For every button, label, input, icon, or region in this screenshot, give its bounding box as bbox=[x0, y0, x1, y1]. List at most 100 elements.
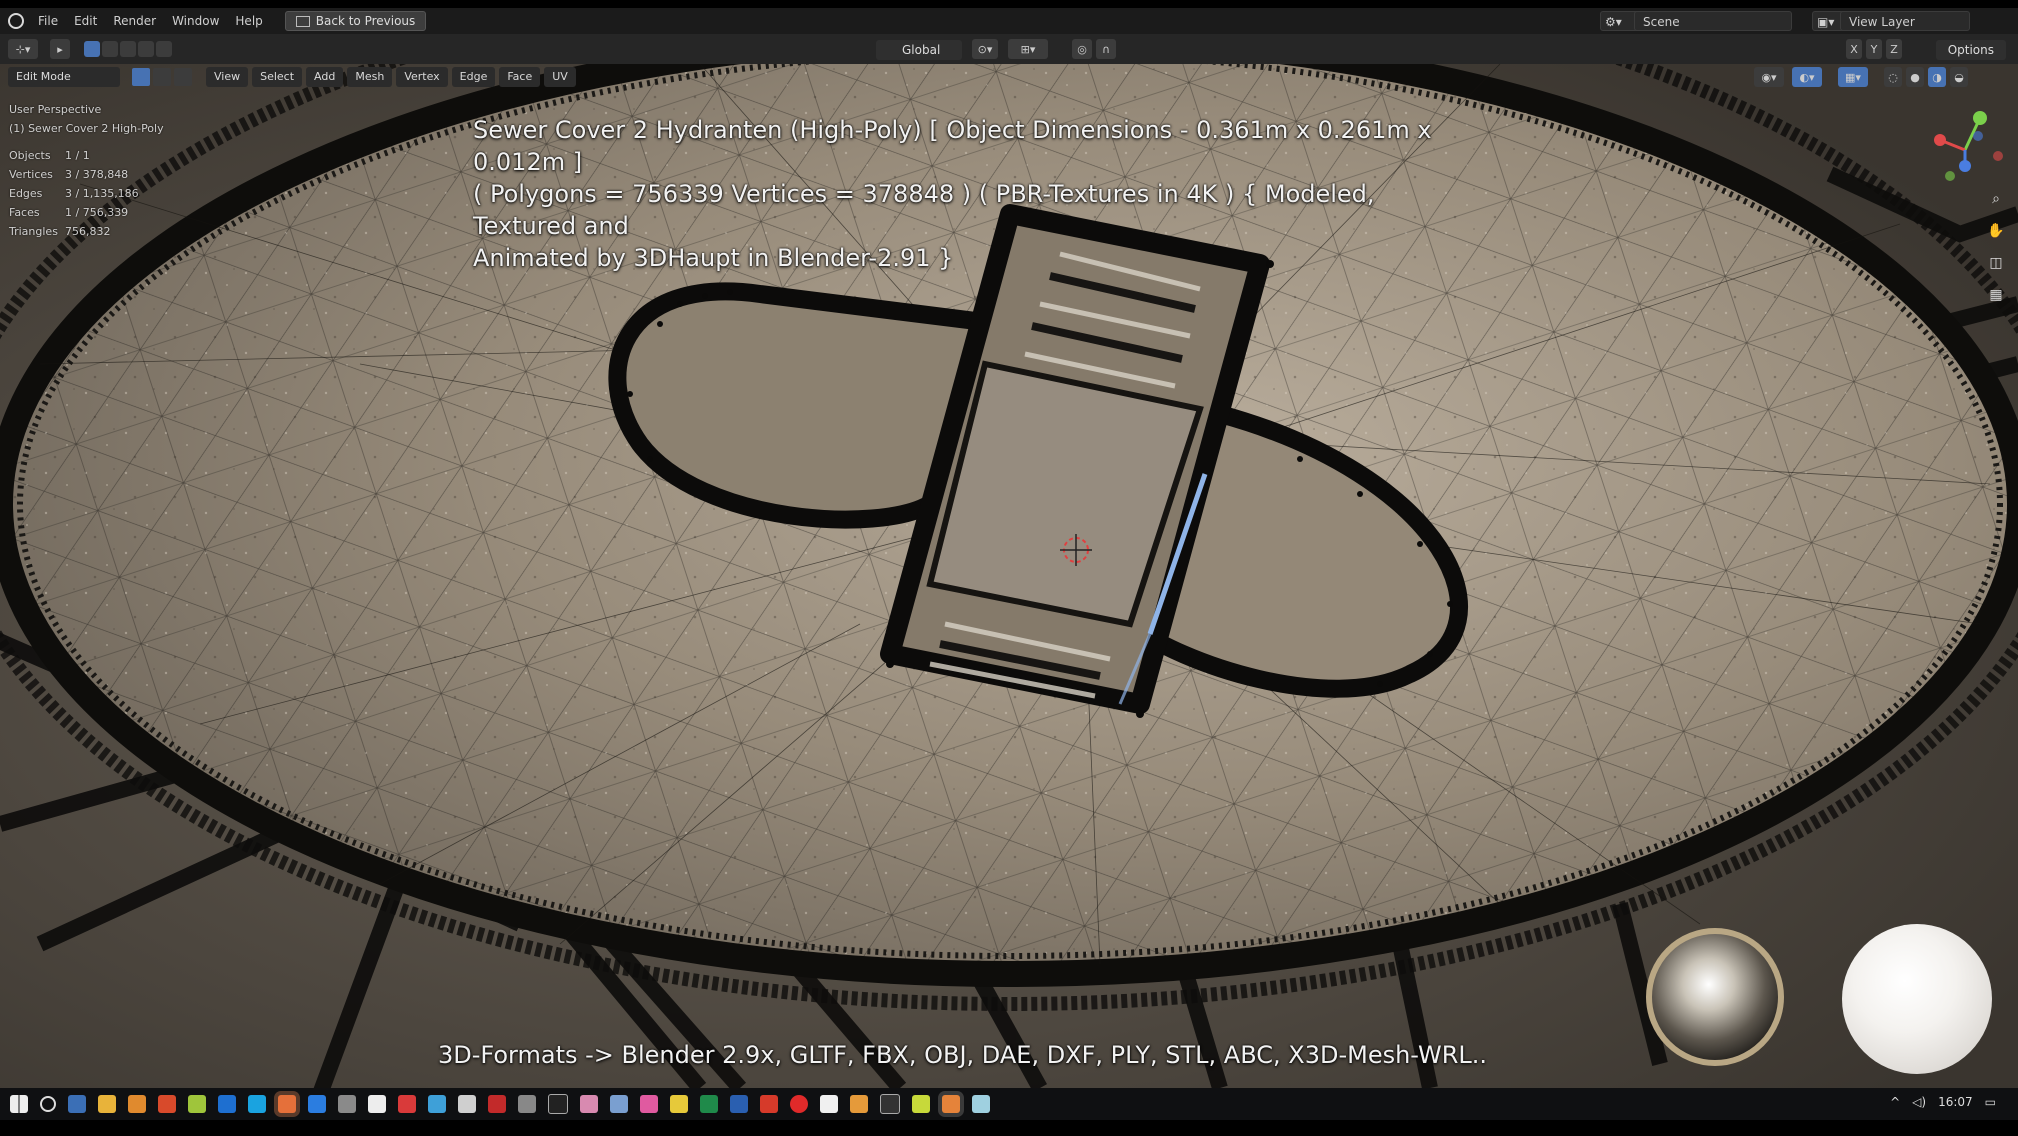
menu-select[interactable]: Select bbox=[252, 67, 303, 87]
taskbar-app-icon[interactable] bbox=[518, 1095, 536, 1113]
taskbar-app-icon[interactable] bbox=[338, 1095, 356, 1113]
menu-file[interactable]: File bbox=[30, 14, 66, 28]
xray-toggle[interactable]: ▦▾ bbox=[1838, 67, 1868, 87]
editor-type-button[interactable]: ⊹▾ bbox=[8, 39, 38, 59]
mirror-y-toggle[interactable]: Y bbox=[1866, 39, 1882, 59]
taskbar-app-icon[interactable] bbox=[880, 1094, 900, 1114]
menu-uv[interactable]: UV bbox=[544, 67, 576, 87]
taskbar-app-icon[interactable] bbox=[640, 1095, 658, 1113]
wireframe-shading-button[interactable]: ◌ bbox=[1884, 67, 1902, 87]
cursor-icon[interactable]: ▸ bbox=[50, 39, 70, 59]
taskbar-app-icon[interactable] bbox=[912, 1095, 930, 1113]
select-box-mode-subtract[interactable] bbox=[120, 41, 136, 57]
taskbar-app-icon[interactable] bbox=[790, 1095, 808, 1113]
taskbar-app-icon[interactable] bbox=[98, 1095, 116, 1113]
3d-viewport[interactable]: Edit Mode View Select Add Mesh Vertex Ed… bbox=[0, 64, 2018, 1088]
grid-icon[interactable]: ▦ bbox=[1987, 286, 2005, 304]
windows-start-icon[interactable] bbox=[10, 1095, 28, 1113]
top-border bbox=[0, 0, 2018, 8]
falloff-icon[interactable]: ∩ bbox=[1096, 39, 1116, 59]
title-line: Sewer Cover 2 Hydranten (High-Poly) [ Ob… bbox=[473, 116, 1432, 176]
search-icon[interactable] bbox=[40, 1096, 56, 1112]
transform-orientation-dropdown[interactable]: Global bbox=[876, 40, 963, 60]
gizmo-axes-icon[interactable] bbox=[1920, 100, 2010, 190]
taskbar-app-icon[interactable] bbox=[850, 1095, 868, 1113]
hdri-preview-sphere bbox=[1646, 928, 1784, 1066]
hand-pan-icon[interactable]: ✋ bbox=[1987, 222, 2005, 240]
snapping-toggle[interactable]: ⊞▾ bbox=[1008, 39, 1048, 59]
taskbar-app-icon[interactable] bbox=[68, 1095, 86, 1113]
top-menubar: File Edit Render Window Help Back to Pre… bbox=[0, 8, 2018, 34]
taskbar-app-icon[interactable] bbox=[972, 1095, 990, 1113]
solid-shading-button[interactable]: ● bbox=[1906, 67, 1924, 87]
screen-icon bbox=[295, 15, 310, 27]
menu-view[interactable]: View bbox=[206, 67, 249, 87]
menu-render[interactable]: Render bbox=[105, 14, 164, 28]
orientation-label: Global bbox=[902, 43, 941, 57]
object-gizmos-toggle[interactable]: ◉▾ bbox=[1754, 67, 1784, 87]
material-shading-button[interactable]: ◑ bbox=[1928, 67, 1946, 87]
camera-icon[interactable]: ◫ bbox=[1987, 254, 2005, 272]
blender-logo-icon[interactable] bbox=[8, 13, 24, 29]
menu-edit[interactable]: Edit bbox=[66, 14, 105, 28]
taskbar-app-icon[interactable] bbox=[128, 1095, 146, 1113]
taskbar-app-icon[interactable] bbox=[488, 1095, 506, 1113]
menu-help[interactable]: Help bbox=[227, 14, 270, 28]
back-to-previous-button[interactable]: Back to Previous bbox=[284, 11, 427, 31]
taskbar-app-icon[interactable] bbox=[730, 1095, 748, 1113]
taskbar-app-icon[interactable] bbox=[308, 1095, 326, 1113]
taskbar-app-icon[interactable] bbox=[248, 1095, 266, 1113]
menu-face[interactable]: Face bbox=[499, 67, 541, 87]
stats-label: Objects bbox=[9, 149, 51, 162]
taskbar-app-icon-blender[interactable] bbox=[942, 1095, 960, 1113]
menu-vertex[interactable]: Vertex bbox=[396, 67, 448, 87]
mirror-x-toggle[interactable]: X bbox=[1846, 39, 1862, 59]
stats-label: Vertices bbox=[9, 168, 53, 181]
taskbar-app-icon[interactable] bbox=[188, 1095, 206, 1113]
notification-icon[interactable]: ▭ bbox=[1985, 1095, 1996, 1109]
view-perspective-label: User Perspective bbox=[9, 103, 102, 116]
taskbar-app-icon[interactable] bbox=[428, 1095, 446, 1113]
mirror-z-toggle[interactable]: Z bbox=[1886, 39, 1902, 59]
taskbar-app-icon[interactable] bbox=[158, 1095, 176, 1113]
taskbar-app-icon[interactable] bbox=[458, 1095, 476, 1113]
taskbar-app-icon[interactable] bbox=[700, 1095, 718, 1113]
zoom-icon[interactable]: ⌕ bbox=[1987, 190, 2005, 208]
scene-selector[interactable]: Scene bbox=[1634, 11, 1792, 31]
clock-time[interactable]: 16:07 bbox=[1938, 1095, 1973, 1109]
face-select-icon[interactable] bbox=[174, 68, 192, 86]
taskbar-app-icon[interactable] bbox=[368, 1095, 386, 1113]
view-layer-name: View Layer bbox=[1849, 15, 1915, 29]
mode-dropdown[interactable]: Edit Mode bbox=[8, 67, 120, 87]
menu-mesh[interactable]: Mesh bbox=[347, 67, 393, 87]
menu-window[interactable]: Window bbox=[164, 14, 227, 28]
pivot-point-dropdown[interactable]: ⊙▾ bbox=[972, 39, 998, 59]
menu-edge[interactable]: Edge bbox=[451, 67, 496, 87]
taskbar-app-icon[interactable] bbox=[398, 1095, 416, 1113]
tool-header: ⊹▾ ▸ Global ⊙▾ ⊞▾ ◎ ∩ X Y Z Options bbox=[0, 34, 2018, 64]
taskbar-app-icon[interactable] bbox=[820, 1095, 838, 1113]
overlays-toggle[interactable]: ◐▾ bbox=[1792, 67, 1822, 87]
windows-taskbar: ^ ◁) 16:07 ▭ bbox=[0, 1088, 2018, 1120]
edge-select-icon[interactable] bbox=[153, 68, 171, 86]
proportional-editing-toggle[interactable]: ◎ bbox=[1072, 39, 1092, 59]
select-box-mode-intersect[interactable] bbox=[156, 41, 172, 57]
chevron-up-icon[interactable]: ^ bbox=[1890, 1095, 1900, 1109]
taskbar-app-icon-active[interactable] bbox=[278, 1095, 296, 1113]
taskbar-app-icon[interactable] bbox=[548, 1094, 568, 1114]
rendered-shading-button[interactable]: ◒ bbox=[1950, 67, 1968, 87]
taskbar-app-icon[interactable] bbox=[218, 1095, 236, 1113]
taskbar-app-icon[interactable] bbox=[610, 1095, 628, 1113]
select-box-mode-invert[interactable] bbox=[138, 41, 154, 57]
options-dropdown[interactable]: Options bbox=[1935, 40, 2006, 60]
volume-icon[interactable]: ◁) bbox=[1912, 1095, 1926, 1109]
taskbar-app-icon[interactable] bbox=[670, 1095, 688, 1113]
back-to-previous-label: Back to Previous bbox=[315, 14, 416, 28]
vertex-select-icon[interactable] bbox=[132, 68, 150, 86]
select-box-mode-extend[interactable] bbox=[102, 41, 118, 57]
taskbar-app-icon[interactable] bbox=[580, 1095, 598, 1113]
select-box-mode-new[interactable] bbox=[84, 41, 100, 57]
view-layer-selector[interactable]: View Layer bbox=[1840, 11, 1970, 31]
taskbar-app-icon[interactable] bbox=[760, 1095, 778, 1113]
menu-add[interactable]: Add bbox=[306, 67, 344, 87]
